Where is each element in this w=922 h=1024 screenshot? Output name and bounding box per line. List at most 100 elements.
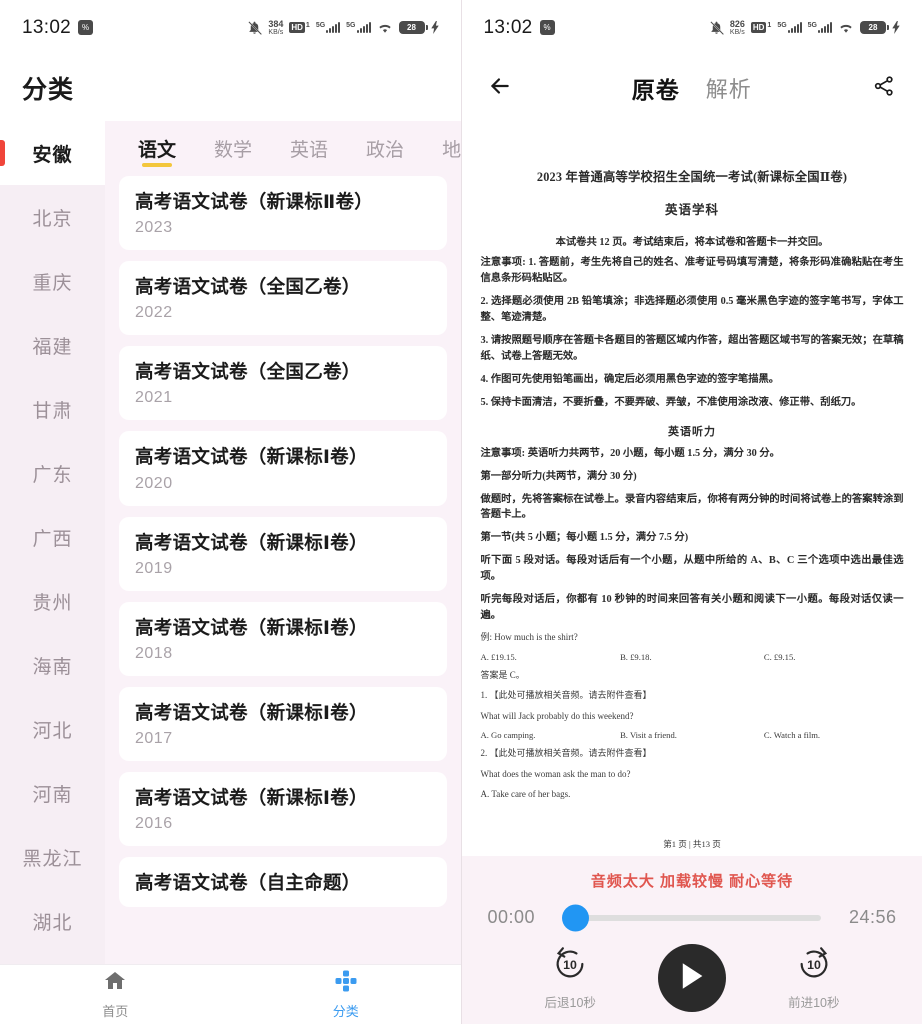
right-panel-paper-viewer: 13:02 % 826 KB/s HD 1 5G 5G 28 原卷 解析 202… [460, 0, 922, 1024]
paper-year: 2023 [135, 219, 173, 237]
paper-year: 2017 [135, 729, 173, 747]
province-item-hainan[interactable]: 海南 [0, 633, 105, 697]
signal-sim1-icon: 5G [316, 22, 341, 33]
doc-listening-note-2: 第一部分听力(共两节，满分 30 分) [480, 470, 637, 482]
svg-text:10: 10 [563, 958, 577, 972]
current-time-label: 00:00 [487, 907, 536, 927]
paper-title: 高考语文试卷（新课标Ⅰ卷） [135, 786, 368, 808]
doc-listening-note-1: 注意事项: 英语听力共两节，20 小题，每小题 1.5 分，满分 30 分。 [480, 447, 780, 459]
province-item-heilongjiang[interactable]: 黑龙江 [0, 825, 105, 889]
doc-q1-audio-marker[interactable]: 1. 【此处可播放相关音频。请去附件查看】 [481, 689, 904, 703]
exam-paper-document[interactable]: 2023 年普通高等学校招生全国统一考试(新课标全国Ⅱ卷) 英语学科 本试卷共 … [461, 121, 922, 856]
paper-card[interactable]: 高考语文试卷（新课标Ⅰ卷） 2018 [119, 601, 447, 676]
paper-card[interactable]: 高考语文试卷（新课标Ⅱ卷） 2023 [119, 176, 447, 251]
paper-title: 高考语文试卷（新课标Ⅱ卷） [135, 191, 374, 212]
tab-original-paper[interactable]: 原卷 [632, 71, 680, 105]
tab-label: 数学 [214, 140, 253, 161]
back-button[interactable] [484, 73, 516, 104]
paper-title: 高考语文试卷（新课标Ⅰ卷） [135, 616, 368, 638]
left-panel-category-screen: 13:02 % 384 KB/s HD 1 5G 5G 28 分类 安徽 北京 … [0, 0, 461, 1024]
paper-year: 2020 [135, 474, 173, 492]
province-item-fujian[interactable]: 福建 [0, 313, 105, 377]
playback-controls: 10 后退10秒 10 前进10秒 [462, 928, 922, 1012]
doc-q2-audio-marker[interactable]: 2. 【此处可播放相关音频。请去附件查看】 [481, 747, 904, 761]
province-item-henan[interactable]: 河南 [0, 761, 105, 825]
doc-q2-option-a: A. Take care of her bags. [480, 789, 571, 800]
doc-listening-note-4: 第一节(共 5 小题；每小题 1.5 分，满分 7.5 分) [480, 532, 689, 544]
doc-q1-options: A. Go camping. B. Visit a friend. C. Wat… [481, 730, 904, 740]
category-page-header: 分类 [0, 55, 461, 121]
paper-card[interactable]: 高考语文试卷（全国乙卷） 2022 [119, 261, 447, 336]
bottom-nav-home[interactable]: 首页 [0, 969, 231, 1020]
province-item-guangdong[interactable]: 广东 [0, 441, 105, 505]
seek-thumb[interactable] [561, 904, 589, 931]
province-label: 广西 [32, 528, 73, 550]
paper-card[interactable]: 高考语文试卷（新课标Ⅰ卷） 2017 [119, 686, 447, 761]
hd-label: HD [750, 22, 767, 33]
paper-card[interactable]: 高考语文试卷（自主命题） [119, 857, 447, 908]
svg-text:10: 10 [807, 958, 821, 972]
paper-card[interactable]: 高考语文试卷（全国乙卷） 2021 [119, 346, 447, 421]
doc-listening-note-6: 听完每段对话后，你都有 10 秒钟的时间来回答有关小题和阅读下一小题。每段对话仅… [480, 594, 904, 622]
province-rail[interactable]: 安徽 北京 重庆 福建 甘肃 广东 广西 贵州 海南 河北 河南 黑龙江 湖北 [0, 121, 105, 964]
province-item-anhui[interactable]: 安徽 [0, 121, 105, 185]
play-button-circle[interactable] [658, 944, 726, 1012]
province-item-hebei[interactable]: 河北 [0, 697, 105, 761]
subject-and-paper-list: 语文 数学 英语 政治 地理 高考语文试卷（新课标Ⅱ卷） 2023 高考语文试卷… [105, 121, 461, 964]
wifi-icon [838, 21, 854, 34]
province-item-guangxi[interactable]: 广西 [0, 505, 105, 569]
play-pause-button[interactable] [658, 944, 726, 1012]
signal-bars-2 [818, 22, 832, 33]
tab-politics[interactable]: 政治 [347, 121, 423, 176]
province-item-gansu[interactable]: 甘肃 [0, 377, 105, 441]
tab-geography[interactable]: 地理 [423, 121, 460, 176]
category-icon [334, 969, 358, 998]
tab-math[interactable]: 数学 [195, 121, 271, 176]
province-label: 黑龙江 [22, 848, 83, 870]
subject-tab-bar[interactable]: 语文 数学 英语 政治 地理 [105, 121, 461, 176]
paper-viewer-header: 原卷 解析 [461, 55, 922, 121]
paper-card[interactable]: 高考语文试卷（新课标Ⅰ卷） 2016 [119, 771, 447, 846]
mute-bell-icon [247, 20, 263, 35]
rewind-10s-button[interactable]: 10 后退10秒 [545, 945, 596, 1011]
province-label: 北京 [32, 208, 73, 230]
battery-indicator: 28 [398, 21, 428, 34]
paper-card[interactable]: 高考语文试卷（新课标Ⅰ卷） 2020 [119, 431, 447, 506]
tab-analysis[interactable]: 解析 [706, 72, 752, 104]
province-item-hubei[interactable]: 湖北 [0, 889, 105, 953]
doc-note-2: 2. 选择题必须使用 2B 铅笔填涂；非选择题必须使用 0.5 毫米黑色字迹的签… [480, 295, 904, 323]
province-item-beijing[interactable]: 北京 [0, 185, 105, 249]
paper-card-list[interactable]: 高考语文试卷（新课标Ⅱ卷） 2023 高考语文试卷（全国乙卷） 2022 高考语… [105, 176, 461, 964]
q1-option-c: C. Watch a film. [763, 730, 821, 741]
viewer-tab-group[interactable]: 原卷 解析 [516, 71, 869, 105]
sim2-network-type: 5G [807, 22, 817, 29]
forward-10s-button[interactable]: 10 前进10秒 [788, 945, 839, 1011]
province-label: 广东 [32, 464, 73, 486]
doc-listening-note-5: 听下面 5 段对话。每段对话后有一个小题，从题中所给的 A、B、C 三个选项中选… [480, 555, 904, 583]
hd-label: HD [289, 22, 305, 33]
seek-slider[interactable] [561, 904, 821, 931]
network-speed-value: 826 [729, 18, 745, 29]
paper-card[interactable]: 高考语文试卷（新课标Ⅰ卷） 2019 [119, 516, 447, 591]
bottom-navigation-bar[interactable]: 首页 分类 [0, 964, 461, 1024]
network-speed-value: 384 [268, 18, 284, 29]
tab-chinese[interactable]: 语文 [119, 121, 195, 176]
status-bar-right-group: 384 KB/s HD 1 5G 5G 28 [247, 18, 439, 36]
province-item-chongqing[interactable]: 重庆 [0, 249, 105, 313]
doc-note-5: 5. 保持卡面清洁，不要折叠，不要弄破、弄皱，不准使用涂改液、修正带、刮纸刀。 [480, 396, 862, 408]
page-title: 分类 [22, 76, 75, 104]
notification-badge-icon: % [78, 20, 94, 35]
province-label: 海南 [32, 656, 73, 678]
tab-label: 语文 [138, 140, 177, 161]
province-label: 贵州 [32, 592, 73, 614]
doc-note-3: 3. 请按照题号顺序在答题卡各题目的答题区域内作答，超出答题区域书写的答案无效；… [480, 334, 904, 362]
tab-english[interactable]: 英语 [271, 121, 347, 176]
province-item-guizhou[interactable]: 贵州 [0, 569, 105, 633]
rewind-10-icon: 10 [551, 945, 589, 988]
seek-bar-row: 00:00 24:56 [462, 891, 922, 931]
signal-bars-1 [787, 22, 802, 33]
status-bar-right-group: 826 KB/s HD 1 5G 5G 28 [709, 18, 900, 36]
audio-loading-warning: 音频太大 加载较慢 耐心等待 [590, 873, 794, 890]
share-button[interactable] [868, 74, 900, 103]
bottom-nav-category[interactable]: 分类 [231, 969, 461, 1020]
